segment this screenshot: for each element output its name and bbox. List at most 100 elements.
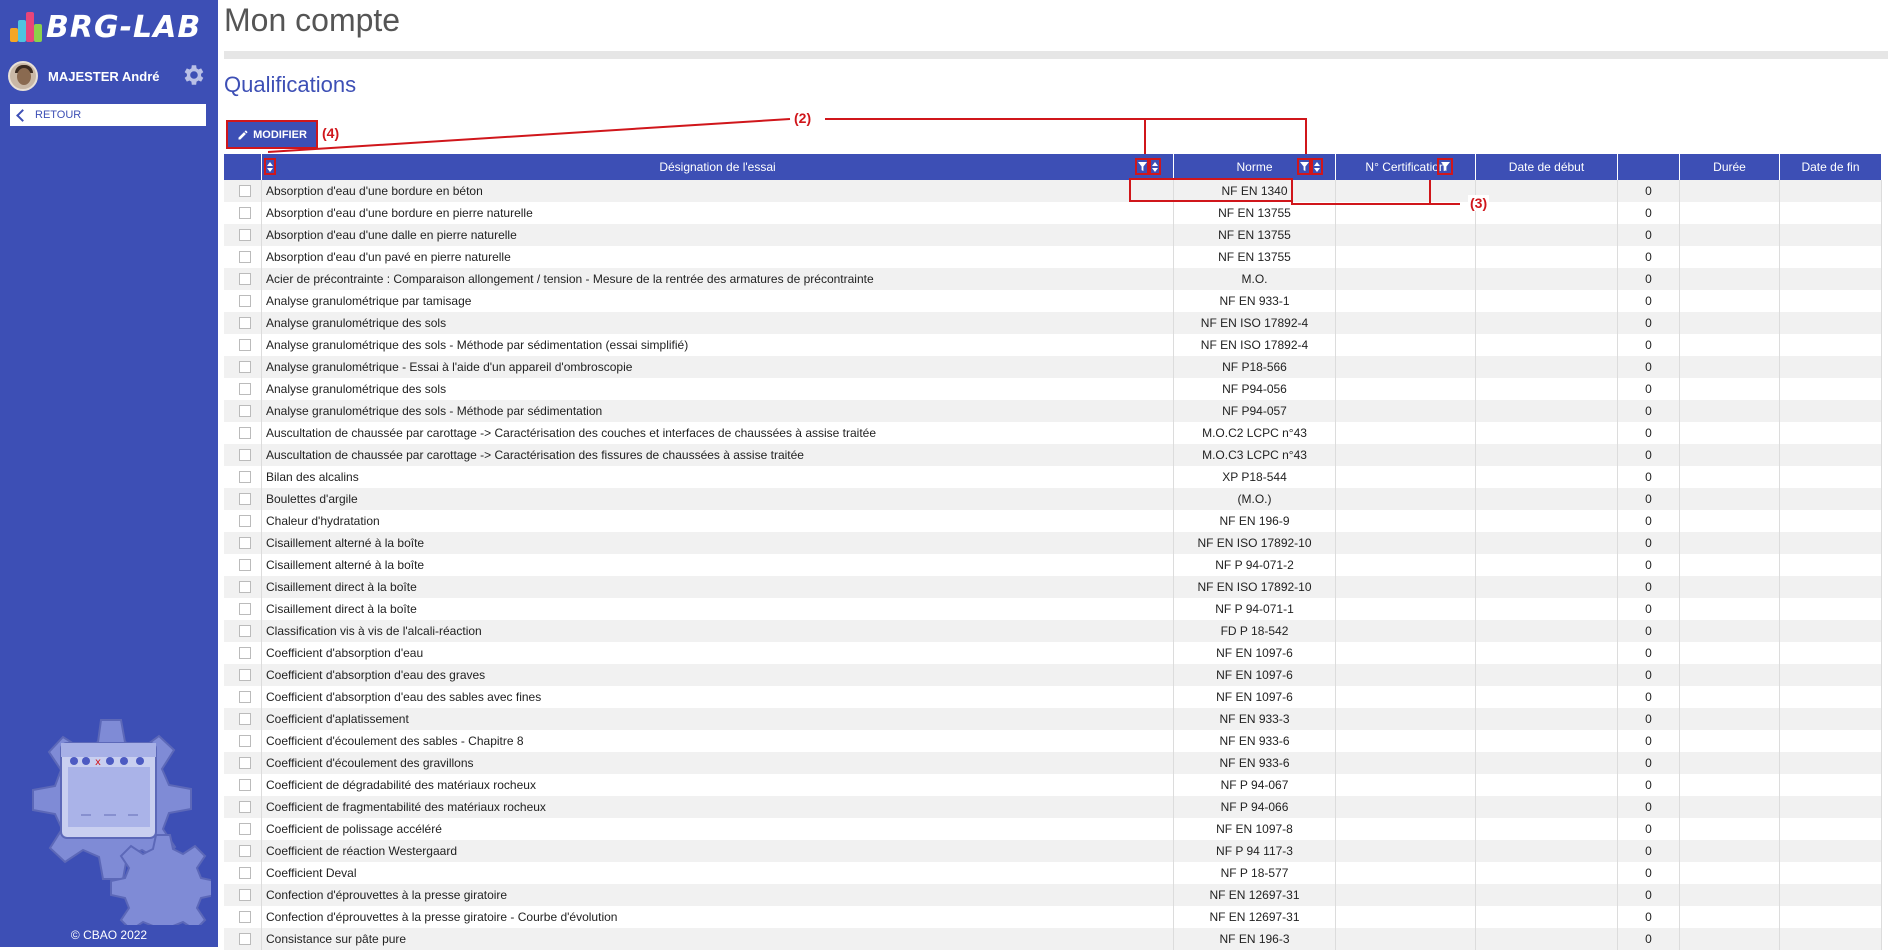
- row-checkbox[interactable]: [239, 339, 251, 351]
- column-header-designation[interactable]: Désignation de l'essai: [262, 154, 1174, 180]
- table-row[interactable]: Confection d'éprouvettes à la presse gir…: [224, 884, 1882, 906]
- table-row[interactable]: Coefficient de fragmentabilité des matér…: [224, 796, 1882, 818]
- table-row[interactable]: Analyse granulométrique - Essai à l'aide…: [224, 356, 1882, 378]
- row-checkbox[interactable]: [239, 185, 251, 197]
- table-row[interactable]: Absorption d'eau d'un pavé en pierre nat…: [224, 246, 1882, 268]
- filter-icon[interactable]: [1135, 158, 1149, 175]
- table-row[interactable]: Classification vis à vis de l'alcali-réa…: [224, 620, 1882, 642]
- table-row[interactable]: Acier de précontrainte : Comparaison all…: [224, 268, 1882, 290]
- column-header-duration[interactable]: Durée: [1680, 154, 1780, 180]
- cell-certification: [1336, 840, 1476, 862]
- table-row[interactable]: Coefficient de réaction Westergaard NF P …: [224, 840, 1882, 862]
- column-header-certification[interactable]: N° Certification: [1336, 154, 1476, 180]
- row-checkbox[interactable]: [239, 867, 251, 879]
- table-row[interactable]: Coefficient d'aplatissement NF EN 933-3 0: [224, 708, 1882, 730]
- table-row[interactable]: Analyse granulométrique des sols - Métho…: [224, 334, 1882, 356]
- gear-icon[interactable]: [180, 62, 206, 88]
- cell-start-date: [1476, 510, 1618, 532]
- table-row[interactable]: Coefficient d'écoulement des sables - Ch…: [224, 730, 1882, 752]
- table-row[interactable]: Coefficient d'absorption d'eau des sable…: [224, 686, 1882, 708]
- row-checkbox[interactable]: [239, 471, 251, 483]
- row-checkbox[interactable]: [239, 691, 251, 703]
- table-row[interactable]: Coefficient d'absorption d'eau NF EN 1097…: [224, 642, 1882, 664]
- row-checkbox[interactable]: [239, 317, 251, 329]
- row-select-cell: [224, 906, 262, 928]
- row-checkbox[interactable]: [239, 405, 251, 417]
- row-checkbox[interactable]: [239, 669, 251, 681]
- row-checkbox[interactable]: [239, 427, 251, 439]
- table-row[interactable]: Coefficient d'écoulement des gravillons N…: [224, 752, 1882, 774]
- row-checkbox[interactable]: [239, 295, 251, 307]
- row-checkbox[interactable]: [239, 493, 251, 505]
- table-row[interactable]: Auscultation de chaussée par carottage -…: [224, 422, 1882, 444]
- row-checkbox[interactable]: [239, 361, 251, 373]
- row-checkbox[interactable]: [239, 823, 251, 835]
- title-divider: [224, 51, 1888, 59]
- row-checkbox[interactable]: [239, 735, 251, 747]
- column-header-end-date[interactable]: Date de fin: [1780, 154, 1882, 180]
- row-checkbox[interactable]: [239, 625, 251, 637]
- modify-button[interactable]: MODIFIER: [226, 120, 318, 149]
- row-checkbox[interactable]: [239, 581, 251, 593]
- table-row[interactable]: Analyse granulométrique des sols - Métho…: [224, 400, 1882, 422]
- row-checkbox[interactable]: [239, 911, 251, 923]
- table-row[interactable]: Confection d'éprouvettes à la presse gir…: [224, 906, 1882, 928]
- table-row[interactable]: Bilan des alcalins XP P18-544 0: [224, 466, 1882, 488]
- row-checkbox[interactable]: [239, 559, 251, 571]
- cell-end-date: [1780, 642, 1882, 664]
- table-row[interactable]: Coefficient d'absorption d'eau des grave…: [224, 664, 1882, 686]
- row-checkbox[interactable]: [239, 537, 251, 549]
- table-row[interactable]: Boulettes d'argile (M.O.) 0: [224, 488, 1882, 510]
- cell-certification: [1336, 642, 1476, 664]
- row-checkbox[interactable]: [239, 207, 251, 219]
- sort-icon[interactable]: [1149, 158, 1161, 175]
- row-checkbox[interactable]: [239, 383, 251, 395]
- row-checkbox[interactable]: [239, 801, 251, 813]
- table-row[interactable]: Coefficient de dégradabilité des matéria…: [224, 774, 1882, 796]
- table-row[interactable]: Auscultation de chaussée par carottage -…: [224, 444, 1882, 466]
- column-header-start-date[interactable]: Date de début: [1476, 154, 1618, 180]
- sort-icon[interactable]: [1311, 158, 1323, 175]
- row-checkbox[interactable]: [239, 845, 251, 857]
- table-row[interactable]: Analyse granulométrique des sols NF EN IS…: [224, 312, 1882, 334]
- table-row[interactable]: Coefficient Deval NF P 18-577 0: [224, 862, 1882, 884]
- table-row[interactable]: Analyse granulométrique des sols NF P94-0…: [224, 378, 1882, 400]
- user-profile[interactable]: MAJESTER André: [8, 60, 208, 92]
- cell-duration: [1680, 906, 1780, 928]
- table-row[interactable]: Cisaillement direct à la boîte NF EN ISO …: [224, 576, 1882, 598]
- column-header-value[interactable]: [1618, 154, 1680, 180]
- row-checkbox[interactable]: [239, 889, 251, 901]
- avatar[interactable]: [8, 61, 38, 91]
- table-row[interactable]: Cisaillement alterné à la boîte NF EN ISO…: [224, 532, 1882, 554]
- table-row[interactable]: Absorption d'eau d'une bordure en pierre…: [224, 202, 1882, 224]
- row-checkbox[interactable]: [239, 933, 251, 945]
- row-checkbox[interactable]: [239, 229, 251, 241]
- table-row[interactable]: Chaleur d'hydratation NF EN 196-9 0: [224, 510, 1882, 532]
- cell-designation: Coefficient d'absorption d'eau des sable…: [262, 686, 1174, 708]
- row-checkbox[interactable]: [239, 779, 251, 791]
- table-row[interactable]: Cisaillement direct à la boîte NF P 94-07…: [224, 598, 1882, 620]
- row-checkbox[interactable]: [239, 251, 251, 263]
- cell-start-date: [1476, 664, 1618, 686]
- row-checkbox[interactable]: [239, 713, 251, 725]
- row-checkbox[interactable]: [239, 515, 251, 527]
- table-row[interactable]: Absorption d'eau d'une bordure en béton N…: [224, 180, 1882, 202]
- filter-icon[interactable]: [1437, 158, 1453, 175]
- row-checkbox[interactable]: [239, 757, 251, 769]
- cell-norme: NF EN 933-3: [1174, 708, 1336, 730]
- table-row[interactable]: Absorption d'eau d'une dalle en pierre n…: [224, 224, 1882, 246]
- back-button[interactable]: RETOUR: [10, 104, 206, 126]
- table-row[interactable]: Coefficient de polissage accéléré NF EN 1…: [224, 818, 1882, 840]
- cell-end-date: [1780, 796, 1882, 818]
- table-row[interactable]: Cisaillement alterné à la boîte NF P 94-0…: [224, 554, 1882, 576]
- table-row[interactable]: Analyse granulométrique par tamisage NF E…: [224, 290, 1882, 312]
- row-checkbox[interactable]: [239, 449, 251, 461]
- sort-icon[interactable]: [264, 158, 276, 175]
- row-checkbox[interactable]: [239, 603, 251, 615]
- cell-value: 0: [1618, 598, 1680, 620]
- cell-start-date: [1476, 378, 1618, 400]
- row-checkbox[interactable]: [239, 647, 251, 659]
- cell-value: 0: [1618, 202, 1680, 224]
- filter-icon[interactable]: [1297, 158, 1311, 175]
- row-checkbox[interactable]: [239, 273, 251, 285]
